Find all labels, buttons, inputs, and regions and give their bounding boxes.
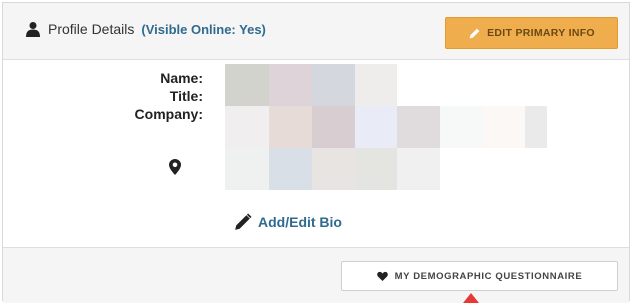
pointer-arrow-icon — [463, 293, 479, 303]
heart-icon — [376, 271, 388, 281]
demographic-questionnaire-label: MY DEMOGRAPHIC QUESTIONNAIRE — [394, 270, 583, 282]
header-title-group: Profile Details (Visible Online: Yes) — [25, 21, 266, 37]
pencil-icon — [469, 28, 480, 38]
visibility-status: (Visible Online: Yes) — [141, 21, 266, 37]
map-pin-icon — [169, 159, 181, 175]
header-title: Profile Details — [48, 21, 135, 37]
pencil-icon — [235, 213, 252, 230]
demographic-questionnaire-button[interactable]: MY DEMOGRAPHIC QUESTIONNAIRE — [341, 261, 618, 291]
user-icon — [26, 22, 40, 37]
detail-labels: Name: Title: Company: — [135, 69, 203, 123]
add-edit-bio-link[interactable]: Add/Edit Bio — [234, 213, 342, 231]
edit-primary-info-label: EDIT PRIMARY INFO — [487, 27, 595, 39]
name-label: Name: — [160, 70, 203, 86]
company-label: Company: — [134, 106, 203, 122]
title-label: Title: — [169, 88, 203, 104]
add-edit-bio-label: Add/Edit Bio — [258, 214, 342, 230]
edit-primary-info-button[interactable]: EDIT PRIMARY INFO — [445, 17, 618, 49]
profile-details-card: Profile Details (Visible Online: Yes) ED… — [2, 2, 630, 303]
card-header: Profile Details (Visible Online: Yes) ED… — [3, 3, 629, 60]
